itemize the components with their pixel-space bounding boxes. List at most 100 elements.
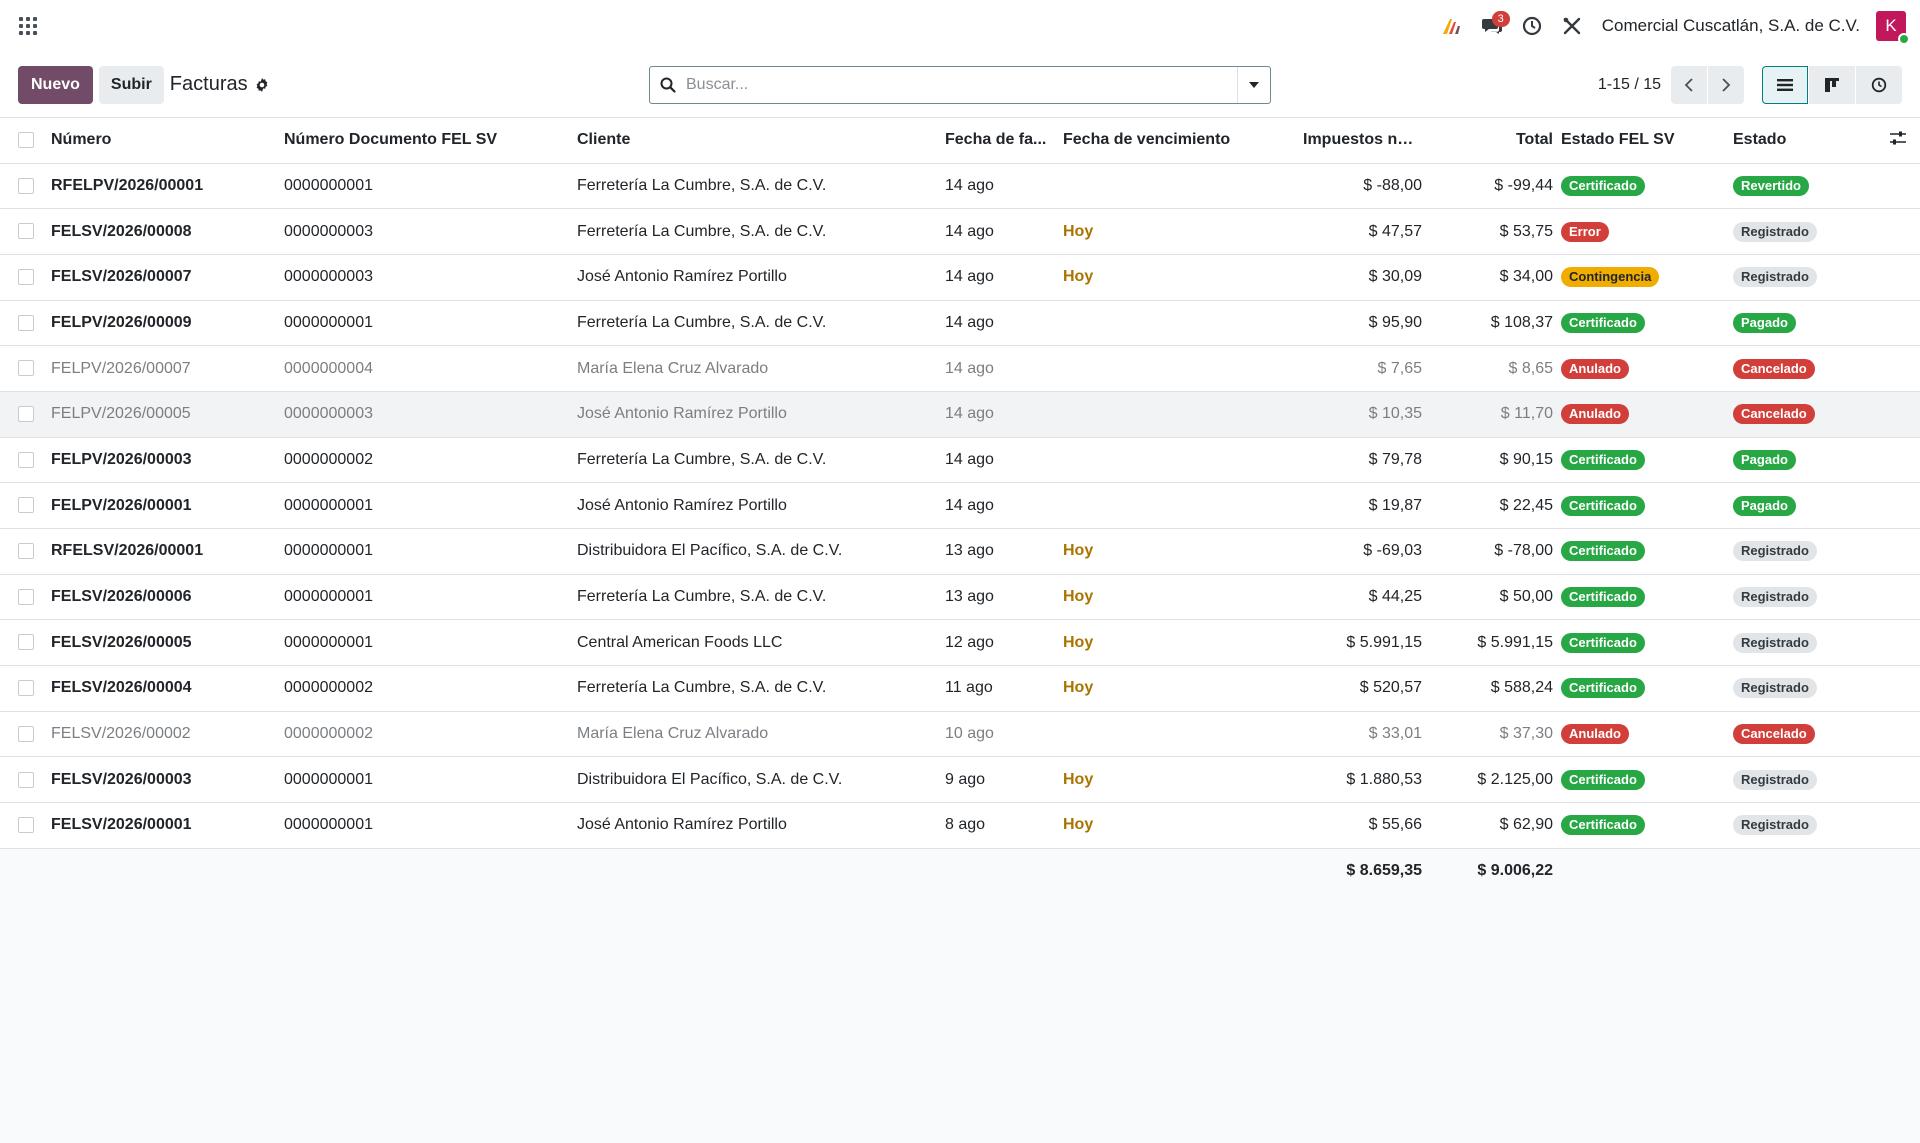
cell-estado[interactable]: Cancelado [1729, 391, 1876, 438]
cell-fecha-vencimiento[interactable]: Hoy [1059, 254, 1299, 301]
table-row[interactable]: FELSV/2026/00007 0000000003 José Antonio R… [0, 254, 1920, 301]
cell-impuestos[interactable]: $ 10,35 [1299, 391, 1426, 438]
cell-estado-fel[interactable]: Anulado [1557, 711, 1729, 758]
cell-fecha-factura[interactable]: 14 ago [941, 345, 1059, 392]
cell-cliente[interactable]: Ferretería La Cumbre, S.A. de C.V. [573, 574, 941, 621]
cell-cliente[interactable]: Ferretería La Cumbre, S.A. de C.V. [573, 163, 941, 210]
cell-fecha-factura[interactable]: 8 ago [941, 802, 1059, 849]
cell-estado-fel[interactable]: Certificado [1557, 756, 1729, 804]
cell-fecha-factura[interactable]: 13 ago [941, 528, 1059, 575]
row-checkbox[interactable] [18, 268, 34, 285]
cell-total[interactable]: $ -99,44 [1426, 163, 1557, 210]
cell-cliente[interactable]: Distribuidora El Pacífico, S.A. de C.V. [573, 528, 941, 575]
pager-value[interactable]: 1-15 / 15 [1598, 76, 1661, 94]
cell-cliente[interactable]: Ferretería La Cumbre, S.A. de C.V. [573, 208, 941, 255]
cell-estado[interactable]: Registrado [1729, 756, 1876, 804]
cell-estado-fel[interactable]: Anulado [1557, 345, 1729, 392]
cell-estado[interactable]: Registrado [1729, 802, 1876, 849]
activity-view-button[interactable] [1856, 66, 1902, 104]
debug-tools-icon[interactable] [1552, 0, 1592, 52]
cell-impuestos[interactable]: $ 5.991,15 [1299, 619, 1426, 667]
cell-doc-fel[interactable]: 0000000003 [280, 208, 573, 255]
cell-cliente[interactable]: José Antonio Ramírez Portillo [573, 391, 941, 438]
cell-estado[interactable]: Registrado [1729, 665, 1876, 712]
cell-fecha-factura[interactable]: 14 ago [941, 482, 1059, 529]
cell-doc-fel[interactable]: 0000000001 [280, 300, 573, 347]
column-header-numero[interactable]: Número [47, 118, 280, 164]
row-checkbox[interactable] [18, 680, 34, 697]
cell-fecha-vencimiento[interactable] [1059, 300, 1299, 347]
cell-numero[interactable]: FELSV/2026/00008 [47, 208, 280, 255]
cell-estado[interactable]: Pagado [1729, 482, 1876, 529]
column-header-total[interactable]: Total [1426, 118, 1557, 164]
apps-menu-icon[interactable] [18, 16, 38, 36]
cell-fecha-vencimiento[interactable]: Hoy [1059, 802, 1299, 849]
cell-total[interactable]: $ 90,15 [1426, 437, 1557, 484]
cell-estado-fel[interactable]: Certificado [1557, 163, 1729, 210]
cell-numero[interactable]: FELPV/2026/00005 [47, 391, 280, 438]
cell-fecha-vencimiento[interactable] [1059, 437, 1299, 484]
cell-fecha-factura[interactable]: 10 ago [941, 711, 1059, 758]
cell-numero[interactable]: FELSV/2026/00002 [47, 711, 280, 758]
cell-impuestos[interactable]: $ 47,57 [1299, 208, 1426, 255]
cell-fecha-factura[interactable]: 14 ago [941, 163, 1059, 210]
table-row[interactable]: FELSV/2026/00006 0000000001 Ferretería La … [0, 574, 1920, 621]
cell-estado[interactable]: Cancelado [1729, 345, 1876, 392]
cell-numero[interactable]: FELPV/2026/00007 [47, 345, 280, 392]
cell-total[interactable]: $ 8,65 [1426, 345, 1557, 392]
cell-doc-fel[interactable]: 0000000001 [280, 528, 573, 575]
cell-fecha-factura[interactable]: 14 ago [941, 300, 1059, 347]
cell-estado[interactable]: Registrado [1729, 619, 1876, 667]
cell-impuestos[interactable]: $ 79,78 [1299, 437, 1426, 484]
cell-total[interactable]: $ 108,37 [1426, 300, 1557, 347]
cell-cliente[interactable]: María Elena Cruz Alvarado [573, 345, 941, 392]
list-view-button[interactable] [1762, 66, 1808, 104]
kanban-view-button[interactable] [1809, 66, 1855, 104]
cell-fecha-vencimiento[interactable] [1059, 482, 1299, 529]
cell-estado[interactable]: Registrado [1729, 574, 1876, 621]
cell-total[interactable]: $ 588,24 [1426, 665, 1557, 712]
table-row[interactable]: FELPV/2026/00009 0000000001 Ferretería La … [0, 300, 1920, 347]
cell-total[interactable]: $ 53,75 [1426, 208, 1557, 255]
cell-estado-fel[interactable]: Certificado [1557, 802, 1729, 849]
optional-columns-toggle[interactable] [1876, 118, 1920, 164]
cell-fecha-vencimiento[interactable]: Hoy [1059, 528, 1299, 575]
cell-doc-fel[interactable]: 0000000003 [280, 391, 573, 438]
cell-estado[interactable]: Registrado [1729, 528, 1876, 575]
column-header-fecha-factura[interactable]: Fecha de fa... [941, 118, 1059, 164]
cell-doc-fel[interactable]: 0000000001 [280, 756, 573, 804]
cell-estado-fel[interactable]: Certificado [1557, 482, 1729, 529]
column-header-cliente[interactable]: Cliente [573, 118, 941, 164]
cell-cliente[interactable]: José Antonio Ramírez Portillo [573, 254, 941, 301]
cell-doc-fel[interactable]: 0000000001 [280, 574, 573, 621]
cell-estado[interactable]: Registrado [1729, 208, 1876, 255]
chat-icon[interactable]: 3 [1472, 0, 1512, 52]
table-row[interactable]: FELSV/2026/00003 0000000001 Distribuidora … [0, 756, 1920, 804]
activity-clock-icon[interactable] [1512, 0, 1552, 52]
cell-total[interactable]: $ 50,00 [1426, 574, 1557, 621]
user-avatar[interactable]: K [1876, 11, 1910, 45]
cell-numero[interactable]: FELSV/2026/00003 [47, 756, 280, 804]
cell-numero[interactable]: FELPV/2026/00003 [47, 437, 280, 484]
cell-impuestos[interactable]: $ -88,00 [1299, 163, 1426, 210]
cell-doc-fel[interactable]: 0000000001 [280, 619, 573, 667]
cell-estado-fel[interactable]: Error [1557, 208, 1729, 255]
cell-estado[interactable]: Pagado [1729, 300, 1876, 347]
row-checkbox[interactable] [18, 314, 34, 331]
cell-fecha-factura[interactable]: 14 ago [941, 437, 1059, 484]
cell-total[interactable]: $ 2.125,00 [1426, 756, 1557, 804]
table-row[interactable]: FELSV/2026/00008 0000000003 Ferretería La … [0, 208, 1920, 255]
row-checkbox[interactable] [18, 360, 34, 377]
row-checkbox[interactable] [18, 771, 34, 788]
row-checkbox[interactable] [18, 451, 34, 468]
cell-cliente[interactable]: María Elena Cruz Alvarado [573, 711, 941, 758]
cell-fecha-factura[interactable]: 9 ago [941, 756, 1059, 804]
cell-fecha-vencimiento[interactable] [1059, 711, 1299, 758]
table-row[interactable]: FELSV/2026/00001 0000000001 José Antonio R… [0, 802, 1920, 849]
row-checkbox[interactable] [18, 497, 34, 514]
cell-estado-fel[interactable]: Certificado [1557, 665, 1729, 712]
cell-impuestos[interactable]: $ 33,01 [1299, 711, 1426, 758]
cell-impuestos[interactable]: $ 520,57 [1299, 665, 1426, 712]
cell-impuestos[interactable]: $ 7,65 [1299, 345, 1426, 392]
cell-fecha-factura[interactable]: 12 ago [941, 619, 1059, 667]
